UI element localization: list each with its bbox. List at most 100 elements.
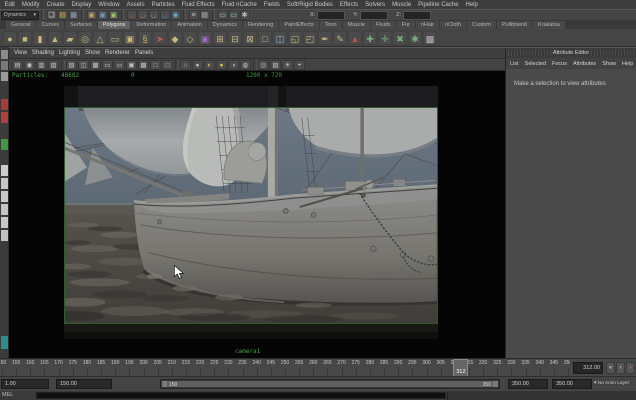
cluster-deformer-icon[interactable]: ✛ <box>378 31 392 45</box>
shelf-tab-fluids[interactable]: Fluids <box>371 21 396 29</box>
ik-handle-tool-icon[interactable]: ✱ <box>408 31 422 45</box>
menu-modify[interactable]: Modify <box>18 2 43 8</box>
poly-plane-icon[interactable]: ▰ <box>63 31 77 45</box>
two-panes-icon[interactable]: ◫ <box>78 60 89 70</box>
shelf-tab-general[interactable]: General <box>6 21 36 29</box>
volume-noise-icon[interactable]: ▣ <box>198 31 212 45</box>
snap-grid-icon[interactable]: ◡ <box>127 10 137 20</box>
isolate-select-icon[interactable]: ◎ <box>258 60 269 70</box>
shelf-tab-toon[interactable]: Toon <box>320 21 342 29</box>
shelf-tab-surfaces[interactable]: Surfaces <box>65 21 97 29</box>
layout-persp-graph-button[interactable] <box>1 217 8 228</box>
textured-icon[interactable]: ◐ <box>204 60 215 70</box>
screen-space-ao-icon[interactable]: ◍ <box>240 60 251 70</box>
menu-set-dropdown[interactable]: Dynamics ▾ <box>1 11 39 20</box>
menu-fields[interactable]: Fields <box>260 2 283 8</box>
lock-camera-icon[interactable]: ◉ <box>24 60 35 70</box>
scale-tool-icon[interactable] <box>1 139 8 150</box>
command-line-mode[interactable]: MEL <box>2 392 13 398</box>
panel-menu-lighting[interactable]: Lighting <box>59 50 85 56</box>
select-tool-icon[interactable] <box>1 50 8 59</box>
step-back-button[interactable]: ‹ <box>616 362 625 374</box>
camera-attributes-icon[interactable]: ▥ <box>36 60 47 70</box>
play-forward-button[interactable]: › <box>626 362 635 374</box>
make-live-icon[interactable]: ◉ <box>171 10 181 20</box>
range-slider-range[interactable] <box>162 381 498 387</box>
menu-help[interactable]: Help <box>462 2 481 8</box>
film-gate-icon[interactable]: ▭ <box>102 60 113 70</box>
shelf-tab-animation[interactable]: Animation <box>172 21 206 29</box>
playback-start-field[interactable]: 150.00 <box>56 379 112 389</box>
paint-tool-icon[interactable]: ✎ <box>333 31 347 45</box>
poly-torus-icon[interactable]: ◎ <box>78 31 92 45</box>
attribute-editor-titlebar[interactable]: Attribute Editor <box>506 48 636 58</box>
menu-window[interactable]: Window <box>95 2 123 8</box>
poly-pipe-icon[interactable]: ▣ <box>123 31 137 45</box>
time-slider-track[interactable]: 1501551601651701751801851901952002052102… <box>0 359 570 377</box>
gamma-icon[interactable]: ◓ <box>294 60 305 70</box>
current-frame-marker[interactable]: 312 <box>453 359 468 377</box>
poly-cone-icon[interactable]: ▲ <box>48 31 62 45</box>
shelf-tab-deformation[interactable]: Deformation <box>131 21 171 29</box>
menu-assets[interactable]: Assets <box>123 2 148 8</box>
paint-select-tool-icon[interactable] <box>1 72 8 81</box>
safe-action-icon[interactable]: □ <box>150 60 161 70</box>
select-component-icon[interactable]: ▣ <box>109 10 119 20</box>
safe-title-icon[interactable]: □ <box>162 60 173 70</box>
menu-soft-rigid-bodies[interactable]: Soft/Rigid Bodies <box>283 2 336 8</box>
poly-bridge-icon[interactable]: ⊠ <box>243 31 257 45</box>
shelf-tab-dynamics[interactable]: Dynamics <box>208 21 242 29</box>
menu-effects[interactable]: Effects <box>336 2 361 8</box>
poly-cube-icon[interactable]: ■ <box>18 31 32 45</box>
shelf-tab-polygons[interactable]: Polygons <box>98 21 131 29</box>
list-inputs-icon[interactable]: ▤ <box>200 10 210 20</box>
move-tool-icon[interactable] <box>1 99 8 110</box>
panel-menu-view[interactable]: View <box>14 50 32 56</box>
ae-menu-help[interactable]: Help <box>622 61 636 67</box>
save-scene-icon[interactable]: ▦ <box>69 10 79 20</box>
render-settings-icon[interactable]: ✱ <box>240 10 250 20</box>
construction-history-icon[interactable]: ≡ <box>189 10 199 20</box>
go-to-start-button[interactable]: « <box>606 362 615 374</box>
new-scene-icon[interactable]: ❏ <box>47 10 57 20</box>
lasso-tool-icon[interactable] <box>1 61 8 70</box>
z-field[interactable] <box>403 11 431 20</box>
layout-two-pane-button[interactable] <box>1 204 8 215</box>
snap-point-icon[interactable]: ◡ <box>149 10 159 20</box>
poly-sphere-icon[interactable]: ● <box>3 31 17 45</box>
poly-pyramid-icon[interactable]: ▭ <box>108 31 122 45</box>
panel-menu-shading[interactable]: Shading <box>32 50 59 56</box>
layout-persp-outliner-button[interactable] <box>1 191 8 202</box>
use-all-lights-icon[interactable]: ● <box>216 60 227 70</box>
gate-mask-icon[interactable]: ▣ <box>126 60 137 70</box>
shelf-tab-ncloth[interactable]: nCloth <box>440 21 466 29</box>
curve-tool-icon[interactable]: ✒ <box>318 31 332 45</box>
layout-hypershade-button[interactable] <box>1 230 8 241</box>
ipr-render-icon[interactable]: ▭ <box>229 10 239 20</box>
current-time-field[interactable]: 312.00 <box>573 362 603 374</box>
shelf-tab-nhair[interactable]: nHair <box>416 21 439 29</box>
joint-tool-icon[interactable]: ✖ <box>393 31 407 45</box>
wireframe-icon[interactable]: ○ <box>180 60 191 70</box>
viewport-canvas[interactable]: Particles: 48682 0 1280 x 720 <box>9 71 505 359</box>
ae-menu-focus[interactable]: Focus <box>552 61 573 67</box>
viewport-scene[interactable] <box>65 108 437 323</box>
resolution-gate-icon[interactable]: ▭ <box>114 60 125 70</box>
menu-particles[interactable]: Particles <box>148 2 178 8</box>
shaded-icon[interactable]: ● <box>192 60 203 70</box>
select-object-icon[interactable]: ▣ <box>98 10 108 20</box>
poly-combine-icon[interactable]: □ <box>258 31 272 45</box>
panel-menu-panels[interactable]: Panels <box>135 50 158 56</box>
playback-end-field[interactable]: 350.00 <box>508 379 548 389</box>
image-plane-icon[interactable]: ▨ <box>66 60 77 70</box>
snap-curve-icon[interactable]: ◡ <box>138 10 148 20</box>
menu-fluid-ncache[interactable]: Fluid nCache <box>218 2 260 8</box>
open-scene-icon[interactable]: ▤ <box>58 10 68 20</box>
grid-icon[interactable]: ▦ <box>90 60 101 70</box>
shelf-tab-rendering[interactable]: Rendering <box>243 21 278 29</box>
layout-single-pane-button[interactable] <box>1 165 8 176</box>
range-start-handle[interactable] <box>162 381 167 387</box>
shelf-tab-curves[interactable]: Curves <box>37 21 64 29</box>
menu-display[interactable]: Display <box>68 2 95 8</box>
poly-helix-icon[interactable]: § <box>138 31 152 45</box>
